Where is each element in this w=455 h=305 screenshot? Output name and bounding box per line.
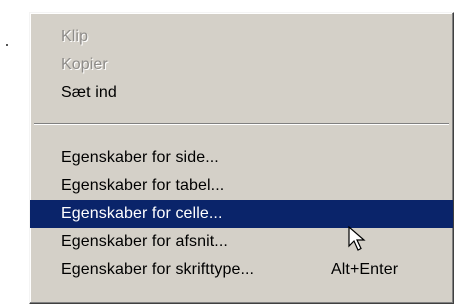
- menu-item-kopier[interactable]: Kopier: [30, 51, 453, 79]
- edit-commands-group: Klip Kopier Sæt ind: [30, 23, 453, 107]
- menu-item-egenskaber-afsnit[interactable]: Egenskaber for afsnit...: [30, 228, 453, 256]
- menu-separator: [34, 123, 449, 125]
- screenshot-canvas: Klip Kopier Sæt ind Egenskaber for side.…: [0, 0, 455, 305]
- properties-commands-group: Egenskaber for side... Egenskaber for ta…: [30, 144, 453, 284]
- menu-item-egenskaber-celle[interactable]: Egenskaber for celle...: [30, 200, 453, 228]
- context-menu: Klip Kopier Sæt ind Egenskaber for side.…: [29, 12, 454, 304]
- shortcut-hint: Alt+Enter: [331, 261, 399, 278]
- menu-item-label: Egenskaber for skrifttype...: [61, 261, 255, 278]
- menu-item-egenskaber-tabel[interactable]: Egenskaber for tabel...: [30, 172, 453, 200]
- menu-item-klip[interactable]: Klip: [30, 23, 453, 51]
- menu-item-saet-ind[interactable]: Sæt ind: [30, 79, 453, 107]
- arrow-pointer-icon: [348, 226, 366, 251]
- menu-item-egenskaber-side[interactable]: Egenskaber for side...: [30, 144, 453, 172]
- stray-dot: [6, 44, 8, 46]
- menu-item-egenskaber-skrifttype[interactable]: Egenskaber for skrifttype... Alt+Enter: [30, 256, 453, 284]
